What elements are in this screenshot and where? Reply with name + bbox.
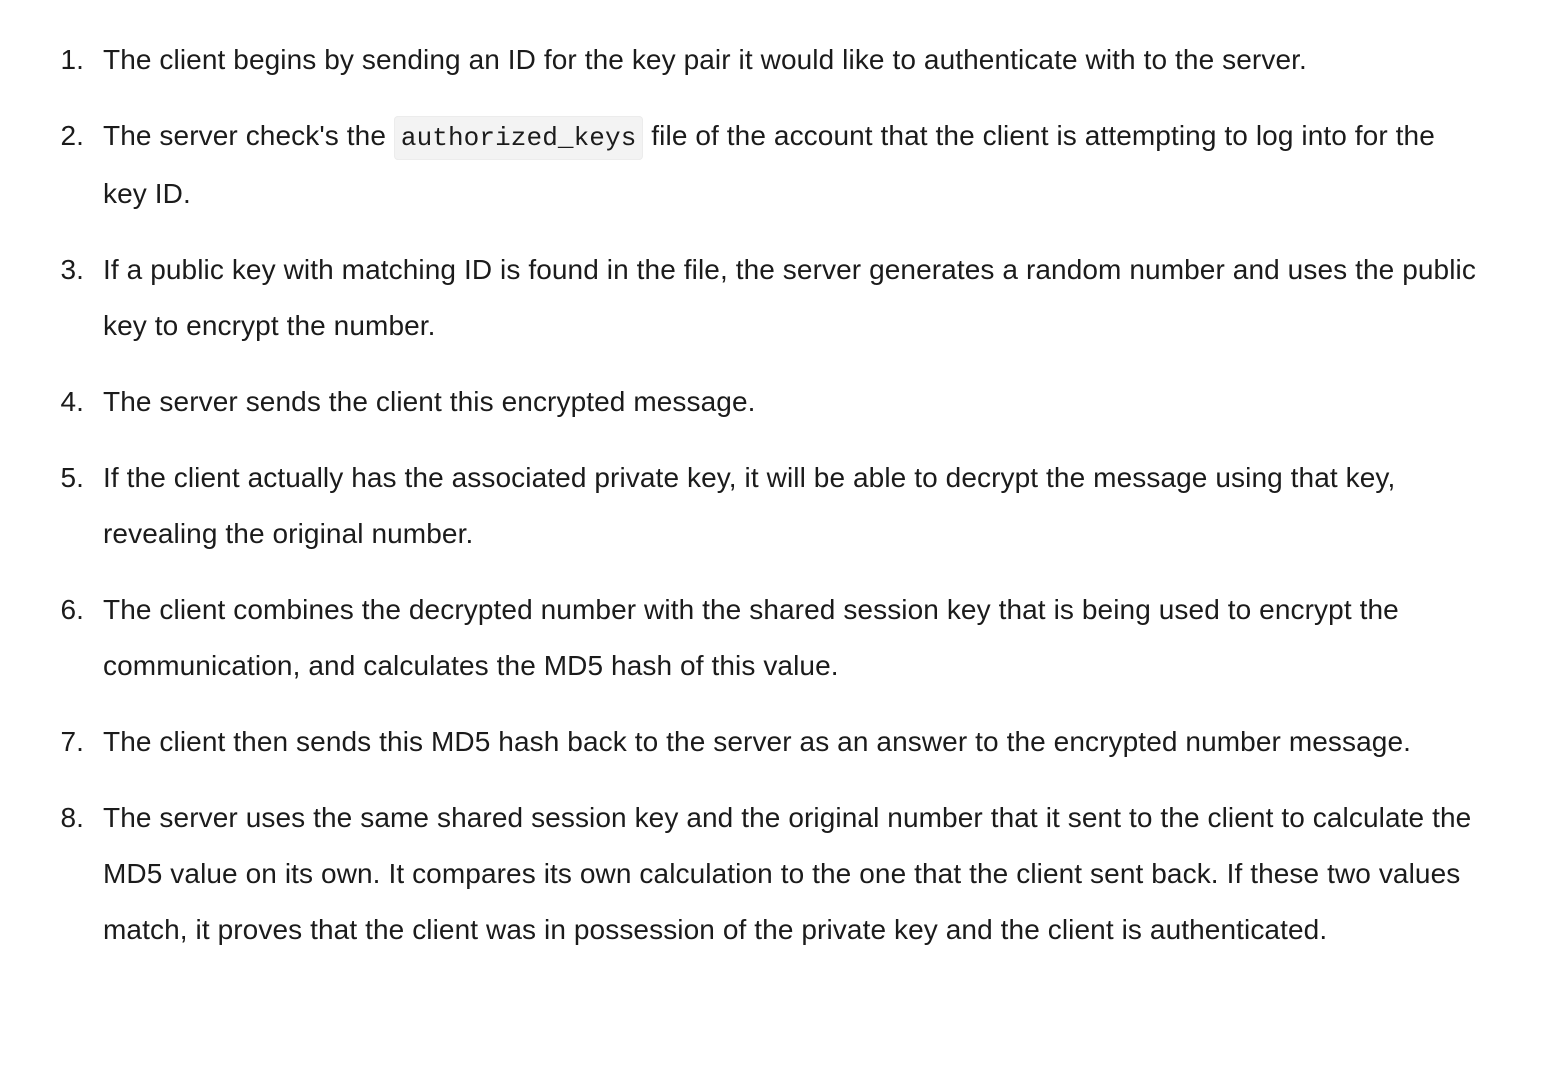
step-text: If a public key with matching ID is foun…	[103, 254, 1476, 341]
list-item-step-3: 3. If a public key with matching ID is f…	[0, 242, 1542, 354]
list-item-step-1: 1. The client begins by sending an ID fo…	[0, 32, 1542, 88]
step-text: The client begins by sending an ID for t…	[103, 44, 1307, 75]
step-text: The client then sends this MD5 hash back…	[103, 726, 1412, 757]
list-item-step-4: 4. The server sends the client this encr…	[0, 374, 1542, 430]
step-text: The server sends the client this encrypt…	[103, 386, 756, 417]
step-number: 5.	[60, 462, 84, 493]
step-text: The client combines the decrypted number…	[103, 594, 1399, 681]
steps-list: 1. The client begins by sending an ID fo…	[0, 32, 1542, 978]
list-item-step-6: 6. The client combines the decrypted num…	[0, 582, 1542, 694]
inline-code-authorized-keys: authorized_keys	[393, 116, 644, 160]
list-item-step-2: 2. The server check's the authorized_key…	[0, 108, 1542, 222]
step-number: 7.	[60, 726, 84, 757]
step-number: 3.	[60, 254, 84, 285]
step-number: 6.	[60, 594, 84, 625]
list-item-step-5: 5. If the client actually has the associ…	[0, 450, 1542, 562]
step-text: The server uses the same shared session …	[103, 802, 1472, 945]
list-item-step-7: 7. The client then sends this MD5 hash b…	[0, 714, 1542, 770]
step-number: 2.	[60, 120, 84, 151]
step-number: 4.	[60, 386, 84, 417]
step-number: 8.	[60, 802, 84, 833]
step-text: If the client actually has the associate…	[103, 462, 1396, 549]
step-number: 1.	[60, 44, 84, 75]
step-text-before: The server check's the	[103, 120, 394, 151]
list-item-step-8: 8. The server uses the same shared sessi…	[0, 790, 1542, 958]
